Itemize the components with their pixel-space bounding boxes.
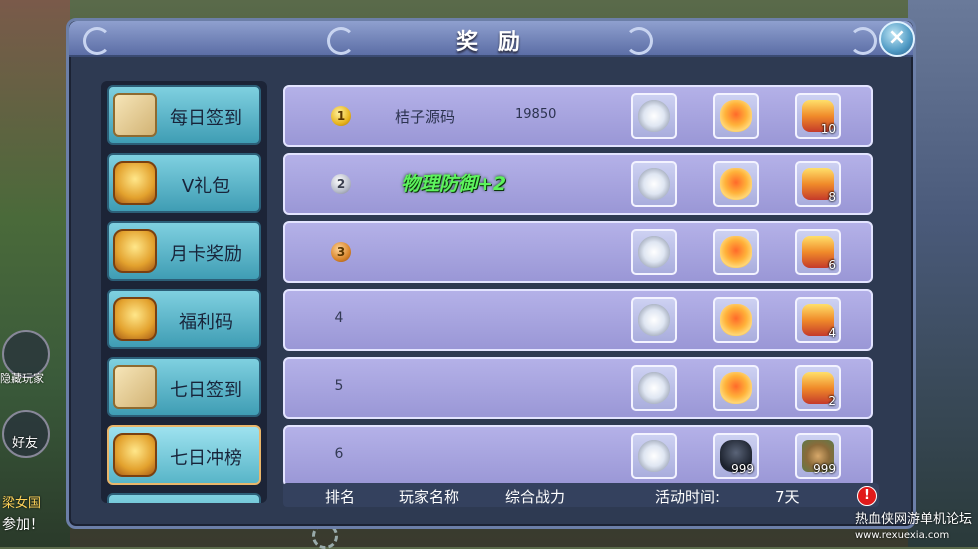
chat-channel-text: 梁女国: [2, 496, 42, 511]
table-row: 5 2: [283, 357, 873, 419]
silver-ingot-icon: [638, 304, 670, 336]
reward-slot[interactable]: [713, 297, 759, 343]
bronze-medal-icon: 3: [331, 242, 351, 262]
hide-players-label: 隐藏玩家: [0, 372, 44, 385]
table-row: 6 999 999: [283, 425, 873, 487]
menu-item-label: 月卡奖励: [170, 244, 242, 265]
scroll-icon: [113, 93, 157, 137]
menu-item-label: V礼包: [181, 176, 231, 197]
item-quantity: 10: [820, 122, 836, 136]
orange-scroll-icon: [720, 168, 752, 200]
menu-item-label: 七日冲榜: [170, 448, 242, 469]
item-quantity: 8: [828, 190, 836, 204]
treasure-chest-icon: [113, 433, 157, 477]
reward-slot[interactable]: [631, 365, 677, 411]
reward-slot[interactable]: [631, 93, 677, 139]
reward-category-menu: 每日签到 V礼包 月卡奖励 福利码 七日签到 七日冲榜: [101, 81, 267, 503]
rank-number: 5: [334, 378, 344, 394]
reward-slot[interactable]: [631, 433, 677, 479]
orange-scroll-icon: [720, 304, 752, 336]
orange-scroll-icon: [720, 372, 752, 404]
menu-item-daily-signin[interactable]: 每日签到: [107, 85, 261, 145]
menu-item-seven-day-signin[interactable]: 七日签到: [107, 357, 261, 417]
item-quantity: 4: [828, 326, 836, 340]
reward-slot[interactable]: [713, 229, 759, 275]
reward-slot[interactable]: [713, 365, 759, 411]
column-header-player: 玩家名称: [399, 488, 460, 506]
menu-item-welfare-code[interactable]: 福利码: [107, 289, 261, 349]
player-power: 19850: [515, 107, 557, 122]
close-icon: ×: [887, 25, 907, 50]
item-quantity: 999: [731, 462, 754, 476]
orange-scroll-icon: [720, 236, 752, 268]
ranking-list: 1 桔子源码 19850 10 2 8 3 6 4 4 5 2 6 999 99…: [283, 81, 879, 487]
reward-slot[interactable]: 4: [795, 297, 841, 343]
silver-ingot-icon: [638, 168, 670, 200]
column-header-power: 综合战力: [505, 488, 566, 506]
decor-swirl-icon: [849, 27, 877, 55]
menu-item-v-gift[interactable]: V礼包: [107, 153, 261, 213]
reward-slot[interactable]: [631, 297, 677, 343]
table-row: 2 8: [283, 153, 873, 215]
treasure-chest-icon: [113, 297, 157, 341]
dialog-titlebar: 奖 励: [69, 21, 913, 57]
reward-dialog: 奖 励 × 每日签到 V礼包 月卡奖励 福利码 七日签到 七日冲榜 1 桔子源码…: [66, 18, 916, 529]
friend-label: 好友: [12, 436, 39, 451]
player-name: 桔子源码: [395, 108, 456, 126]
menu-item-label: 福利码: [179, 312, 233, 333]
reward-slot[interactable]: 2: [795, 365, 841, 411]
table-row: 1 桔子源码 19850 10: [283, 85, 873, 147]
watermark-url: www.rexuexia.com: [854, 530, 950, 541]
reward-slot[interactable]: 999: [713, 433, 759, 479]
item-quantity: 999: [813, 462, 836, 476]
silver-medal-icon: 2: [331, 174, 351, 194]
rank-number: 6: [334, 446, 344, 462]
decor-swirl-icon: [625, 27, 653, 55]
watermark-title: 热血侠网游单机论坛: [854, 512, 972, 527]
background-scene-left: [0, 0, 70, 547]
ranking-footer: 排名 玩家名称 综合战力 活动时间: 7天 !: [283, 483, 879, 507]
rank-number: 4: [334, 310, 344, 326]
chat-join-text: 参加！: [2, 517, 44, 533]
reward-slot[interactable]: 6: [795, 229, 841, 275]
menu-item-label: 七日签到: [170, 380, 242, 401]
column-header-rank: 排名: [325, 488, 356, 506]
silver-ingot-icon: [638, 440, 670, 472]
reward-slot[interactable]: 8: [795, 161, 841, 207]
reward-slot[interactable]: [631, 161, 677, 207]
table-row: 4 4: [283, 289, 873, 351]
gold-medal-icon: 1: [331, 106, 351, 126]
reward-slot[interactable]: 10: [795, 93, 841, 139]
silver-ingot-icon: [638, 236, 670, 268]
silver-ingot-icon: [638, 372, 670, 404]
table-row: 3 6: [283, 221, 873, 283]
close-button[interactable]: ×: [879, 21, 915, 57]
background-scene-right: [908, 0, 978, 547]
info-alert-icon[interactable]: !: [857, 486, 877, 506]
reward-slot[interactable]: 999: [795, 433, 841, 479]
menu-item-label: 每日签到: [170, 108, 242, 129]
orange-scroll-icon: [720, 100, 752, 132]
item-quantity: 6: [828, 258, 836, 272]
dialog-title: 奖 励: [456, 30, 526, 55]
menu-item-monthly-card[interactable]: 月卡奖励: [107, 221, 261, 281]
scroll-icon: [113, 365, 157, 409]
reward-slot[interactable]: [713, 161, 759, 207]
buff-popup-text: 物理防御+2: [401, 173, 507, 195]
menu-item-partial[interactable]: [107, 493, 261, 503]
watermark: 热血侠网游单机论坛 www.rexuexia.com: [855, 512, 972, 543]
reward-slot[interactable]: [631, 229, 677, 275]
silver-ingot-icon: [638, 100, 670, 132]
treasure-chest-icon: [113, 229, 157, 273]
event-time-label: 活动时间:: [655, 488, 721, 506]
menu-item-seven-day-ranking[interactable]: 七日冲榜: [107, 425, 261, 485]
item-quantity: 2: [828, 394, 836, 408]
event-time-value: 7天: [775, 488, 800, 506]
treasure-chest-icon: [113, 161, 157, 205]
reward-slot[interactable]: [713, 93, 759, 139]
